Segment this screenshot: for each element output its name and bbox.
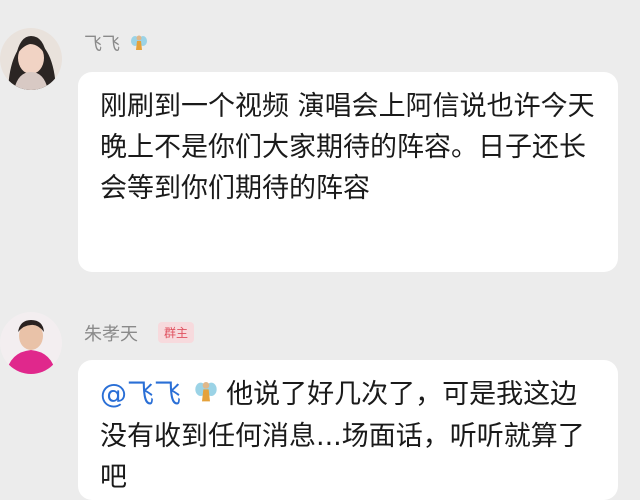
group-owner-badge: 群主 (158, 322, 195, 343)
avatar[interactable] (0, 28, 62, 90)
sender-name: 朱孝天 (84, 324, 138, 345)
avatar[interactable] (0, 312, 62, 374)
message-bubble[interactable]: @飞飞 他说了好几次了，可是我这边没有收到任何消息...场面话，听听就算了吧 (78, 360, 618, 500)
fairy-icon (194, 375, 218, 416)
mention-text: @飞飞 (100, 379, 181, 410)
mention[interactable]: @飞飞 (100, 379, 226, 410)
message-bubble[interactable]: 刚刷到一个视频 演唱会上阿信说也许今天晚上不是你们大家期待的阵容。日子还长 会等… (78, 72, 618, 272)
fairy-icon (130, 34, 148, 57)
sender-name: 飞飞 (84, 30, 148, 57)
message-text: 刚刷到一个视频 演唱会上阿信说也许今天晚上不是你们大家期待的阵容。日子还长 会等… (100, 91, 595, 204)
